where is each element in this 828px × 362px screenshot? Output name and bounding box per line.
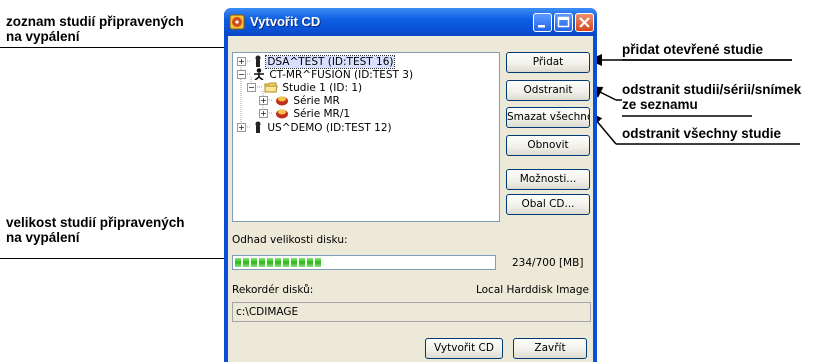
close-window-button[interactable] [575,13,594,32]
tree-item-label: Studie 1 (ID: 1) [282,82,363,94]
remove-button[interactable]: Odstranit [506,80,590,101]
output-path-field[interactable]: c:\CDIMAGE [232,302,591,322]
maximize-icon [557,16,570,28]
progress-segment [291,258,297,267]
folder-icon [264,82,278,93]
minimize-button[interactable] [533,13,552,32]
create-cd-window: Vytvořit CD + − − + + + DSA^TEST (ID:TES… [224,8,597,362]
progress-segment [251,258,257,267]
remove-all-button[interactable]: Smazat všechno [506,107,590,128]
maximize-button[interactable] [554,13,573,32]
tree-item-label: Série MR [293,95,340,107]
progress-segment [283,258,289,267]
progress-segment [267,258,273,267]
disk-size-text: 234/700 [MB] [512,257,584,269]
create-cd-button[interactable]: Vytvořit CD [425,338,503,359]
expand-toggle[interactable]: + [237,57,246,66]
cd-cover-button[interactable]: Obal CD... [506,194,590,215]
collapse-toggle[interactable]: − [247,83,256,92]
disk-estimate-label: Odhad velikosti disku: [232,234,348,246]
tree-item[interactable]: Studie 1 (ID: 1) [264,81,363,94]
person-icon [254,68,264,81]
tree-item[interactable]: Série MR/1 [275,107,351,120]
options-button[interactable]: Možnosti... [506,169,590,190]
refresh-button[interactable]: Obnovit [506,135,590,156]
progress-segment [259,258,265,267]
add-button[interactable]: Přidat [506,52,590,73]
recorder-value: Local Harddisk Image [475,284,589,296]
progress-segment [299,258,305,267]
tree-item-label: US^DEMO (ID:TEST 12) [267,122,392,134]
collapse-toggle[interactable]: − [237,70,246,79]
expand-toggle[interactable]: + [237,123,246,132]
disk-size-progress [232,255,496,270]
tree-item-label: Série MR/1 [293,108,351,120]
study-tree[interactable]: + − − + + + DSA^TEST (ID:TEST 16) CT-MR^… [232,52,500,222]
series-icon [276,109,288,119]
expand-toggle[interactable]: + [259,109,268,118]
person-icon [255,55,261,67]
dialog-client: + − − + + + DSA^TEST (ID:TEST 16) CT-MR^… [228,36,593,362]
expand-toggle[interactable]: + [259,96,268,105]
close-button[interactable]: Zavřít [513,338,587,359]
tree-item[interactable]: DSA^TEST (ID:TEST 16) [253,55,396,69]
close-icon [579,17,590,28]
tree-item[interactable]: CT-MR^FUSION (ID:TEST 3) [253,68,414,81]
progress-segment [315,258,321,267]
window-title: Vytvořit CD [250,14,321,29]
person-icon [255,121,261,133]
title-bar[interactable]: Vytvořit CD [224,8,597,36]
minimize-icon [538,25,545,28]
series-icon [276,96,288,106]
progress-segment [243,258,249,267]
progress-segment [235,258,241,267]
tree-item-label: DSA^TEST (ID:TEST 16) [265,55,396,69]
progress-segment [275,258,281,267]
tree-item[interactable]: Série MR [275,94,341,107]
tree-item[interactable]: US^DEMO (ID:TEST 12) [253,121,393,134]
cd-app-icon [229,14,245,30]
recorder-label: Rekordér disků: [232,284,314,296]
tree-item-label: CT-MR^FUSION (ID:TEST 3) [269,69,414,81]
progress-segment [307,258,313,267]
